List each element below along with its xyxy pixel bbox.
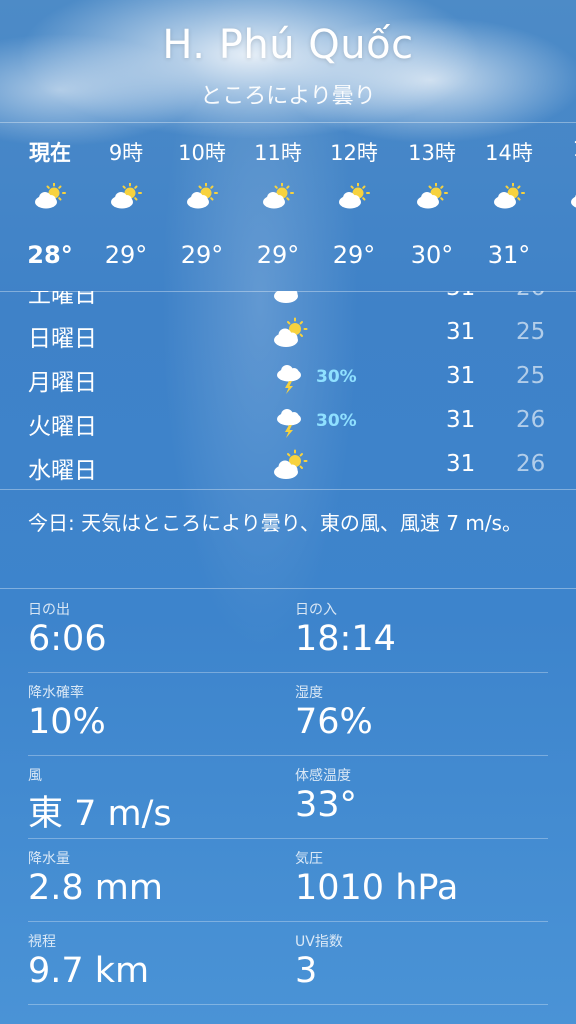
day-high: 31 — [446, 291, 475, 301]
detail-row: 視程 9.7 km UV指数 3 — [28, 921, 548, 1005]
detail-label: 湿度 — [295, 685, 323, 701]
city-name: H. Phú Quốc — [162, 22, 414, 68]
detail-value: 3 — [295, 951, 318, 991]
detail-label: 視程 — [28, 934, 56, 950]
detail-label: 体感温度 — [295, 768, 351, 784]
detail-value: 10% — [28, 702, 106, 742]
hour-time: 現在 — [29, 141, 71, 165]
day-low: 26 — [516, 451, 546, 477]
hour-temp: 28° — [27, 241, 73, 269]
hour-temp: 29° — [104, 241, 148, 269]
hour-time: 12時 — [330, 141, 378, 165]
detail-value: 東 7 m/s — [28, 794, 172, 834]
day-low: 26 — [516, 407, 546, 433]
day-name: 水曜日 — [28, 458, 97, 484]
detail-value: 6:06 — [28, 619, 107, 659]
hourly-item: 11時 29° — [240, 123, 316, 291]
day-low: 26 — [516, 291, 545, 301]
partly-cloudy-sun-icon — [274, 449, 308, 479]
daily-row: 水曜日 31 26 — [0, 445, 576, 489]
day-name: 土曜日 — [28, 291, 97, 308]
hour-time: 10時 — [178, 141, 226, 165]
detail-row: 日の出 6:06 日の入 18:14 — [28, 589, 548, 673]
hour-temp: 29° — [256, 241, 300, 269]
hour-time: 9時 — [108, 141, 144, 165]
day-low: 25 — [516, 319, 546, 345]
partly-cloudy-sun-icon — [571, 194, 576, 208]
detail-label: 気圧 — [295, 851, 323, 867]
hourly-item: 現在 28° — [12, 123, 88, 291]
precip-chance: 30% — [316, 411, 357, 431]
detail-row: 風 東 7 m/s 体感温度 33° — [28, 755, 548, 839]
hourly-item: 9時 29° — [88, 123, 164, 291]
current-condition: ところにより曇り — [200, 84, 376, 109]
day-high: 31 — [446, 319, 476, 345]
day-low: 25 — [516, 363, 546, 389]
detail-value: 2.8 mm — [28, 868, 163, 908]
hour-temp: 31° — [487, 241, 531, 269]
detail-label: UV指数 — [295, 934, 343, 950]
daily-summary: 今日: 天気はところにより曇り、東の風、風速 7 m/s。 — [28, 511, 522, 535]
partly-cloudy-sun-icon — [494, 183, 525, 209]
hourly-item: 13時 30° — [394, 123, 470, 291]
thunderstorm-icon — [277, 409, 301, 438]
day-name: 月曜日 — [28, 370, 97, 396]
detail-value: 18:14 — [295, 619, 396, 659]
day-name: 火曜日 — [28, 414, 97, 440]
detail-value: 1010 hPa — [295, 868, 459, 908]
hour-temp: 29° — [332, 241, 376, 269]
detail-label: 風 — [28, 768, 42, 784]
daily-row: 火曜日 30% 31 26 — [0, 401, 576, 445]
partly-cloudy-sun-icon — [111, 183, 142, 209]
detail-value: 76% — [295, 702, 373, 742]
hour-time: 13時 — [408, 141, 456, 165]
detail-value: 33° — [295, 785, 358, 825]
daily-row: 月曜日 30% 31 25 — [0, 357, 576, 401]
hour-temp: 3 — [548, 241, 576, 269]
partly-cloudy-sun-icon — [274, 291, 298, 303]
detail-row: 降水量 2.8 mm 気圧 1010 hPa — [28, 838, 548, 922]
daily-row: 土曜日 31 26 — [0, 291, 576, 313]
detail-label: 降水量 — [28, 851, 70, 867]
hourly-forecast[interactable]: 現在 28° 9時 29° 10時 29° 11時 29° 12時 29° 13… — [0, 122, 576, 292]
hour-time: 14時 — [485, 141, 533, 165]
partly-cloudy-sun-icon — [274, 317, 308, 347]
detail-row: 降水確率 10% 湿度 76% — [28, 672, 548, 756]
hour-temp: 29° — [180, 241, 224, 269]
partly-cloudy-sun-icon — [263, 183, 294, 209]
hourly-item: 12時 29° — [316, 123, 392, 291]
hour-time: 11時 — [254, 141, 302, 165]
header: H. Phú Quốc ところにより曇り — [0, 0, 576, 120]
hour-temp: 30° — [410, 241, 454, 269]
day-high: 31 — [446, 407, 476, 433]
partly-cloudy-sun-icon — [417, 183, 448, 209]
detail-label: 降水確率 — [28, 685, 84, 701]
detail-label: 日の出 — [28, 602, 70, 618]
partly-cloudy-sun-icon — [35, 183, 66, 209]
day-high: 31 — [446, 363, 476, 389]
thunderstorm-icon — [277, 365, 301, 394]
partly-cloudy-sun-icon — [187, 183, 218, 209]
hour-time: 15 — [548, 137, 576, 161]
hourly-item: 15 3 — [548, 123, 576, 291]
partly-cloudy-sun-icon — [339, 183, 370, 209]
detail-label: 日の入 — [295, 602, 337, 618]
detail-value: 9.7 km — [28, 951, 150, 991]
day-high: 31 — [446, 451, 476, 477]
day-name: 日曜日 — [28, 326, 97, 352]
hourly-item: 10時 29° — [164, 123, 240, 291]
daily-forecast[interactable]: 土曜日 31 26 日曜日 31 25 月曜日 30% 31 25 火曜日 — [0, 291, 576, 490]
daily-row: 日曜日 31 25 — [0, 313, 576, 357]
hourly-item: 14時 31° — [471, 123, 547, 291]
precip-chance: 30% — [316, 367, 357, 387]
